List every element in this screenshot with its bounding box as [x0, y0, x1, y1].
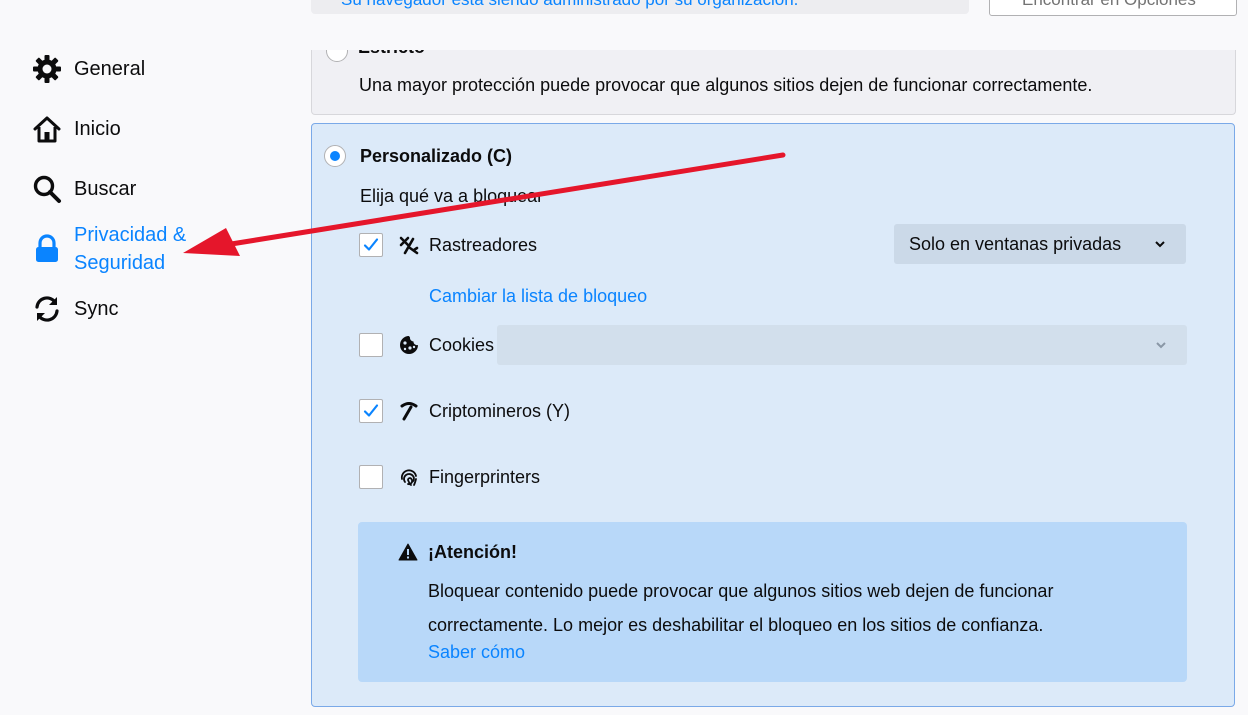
- tracker-icon: [398, 234, 420, 256]
- trackers-scope-value: Solo en ventanas privadas: [909, 234, 1122, 254]
- cookies-label: Cookies: [429, 335, 495, 355]
- sidebar-item-privacy-security[interactable]: Privacidad & Seguridad: [32, 221, 224, 277]
- sidebar-item-home[interactable]: Inicio: [32, 114, 121, 144]
- cryptominers-checkbox[interactable]: [359, 399, 383, 423]
- sidebar: General Inicio Buscar Privacidad & Segur…: [0, 0, 300, 715]
- warning-title: ¡Atención!: [428, 542, 517, 562]
- fingerprinters-label: Fingerprinters: [429, 467, 541, 487]
- sidebar-item-label: Inicio: [74, 118, 121, 140]
- cryptominers-label: Criptomineros (Y): [429, 401, 571, 421]
- gear-icon: [32, 54, 62, 84]
- managed-notice-text[interactable]: Su navegador está siendo administrado po…: [341, 0, 798, 10]
- sidebar-item-label: Buscar: [74, 178, 137, 200]
- chevron-down-icon: [1155, 241, 1165, 248]
- trackers-checkbox[interactable]: [359, 233, 383, 257]
- fingerprint-icon: [398, 466, 420, 488]
- strict-radio[interactable]: [326, 50, 348, 62]
- cryptominer-icon: [398, 400, 420, 422]
- home-icon: [32, 114, 62, 144]
- warning-icon: [398, 543, 418, 561]
- custom-title: Personalizado (C): [360, 146, 513, 166]
- lock-icon: [32, 234, 62, 264]
- strict-protection-option[interactable]: Estricto Una mayor protección puede prov…: [311, 50, 1236, 115]
- sync-icon: [32, 294, 62, 324]
- sidebar-item-label: Sync: [74, 298, 119, 320]
- fingerprinters-checkbox[interactable]: [359, 465, 383, 489]
- cookies-select[interactable]: [497, 325, 1187, 365]
- check-icon: [363, 238, 379, 251]
- managed-notice-bar: Su navegador está siendo administrado po…: [311, 0, 969, 14]
- trackers-label: Rastreadores: [429, 235, 538, 255]
- cookie-icon: [398, 334, 420, 356]
- custom-radio[interactable]: [324, 145, 346, 167]
- check-icon: [363, 404, 379, 417]
- strict-description: Una mayor protección puede provocar que …: [359, 75, 1093, 95]
- find-in-options-placeholder: Encontrar en Opciones: [1022, 0, 1196, 10]
- sidebar-item-label: General: [74, 58, 146, 80]
- warning-box: ¡Atención! Bloquear contenido puede prov…: [358, 522, 1187, 682]
- trackers-scope-select[interactable]: Solo en ventanas privadas: [894, 224, 1186, 264]
- learn-how-link[interactable]: Saber cómo: [428, 642, 525, 663]
- custom-protection-option[interactable]: Personalizado (C) Elija qué va a bloquea…: [311, 123, 1235, 707]
- sidebar-item-sync[interactable]: Sync: [32, 294, 118, 324]
- strict-title: Estricto: [358, 50, 425, 58]
- chevron-down-icon: [1156, 342, 1166, 349]
- sidebar-item-label: Privacidad & Seguridad: [74, 224, 187, 274]
- warning-text: Bloquear contenido puede provocar que al…: [428, 581, 1054, 635]
- sidebar-item-search[interactable]: Buscar: [32, 174, 136, 204]
- search-icon: [32, 174, 62, 204]
- cookies-checkbox[interactable]: [359, 333, 383, 357]
- find-in-options-input[interactable]: Encontrar en Opciones: [989, 0, 1237, 16]
- custom-subtitle: Elija qué va a bloquear: [360, 186, 544, 206]
- change-block-list-link[interactable]: Cambiar la lista de bloqueo: [429, 286, 647, 307]
- sidebar-item-general[interactable]: General: [32, 54, 145, 84]
